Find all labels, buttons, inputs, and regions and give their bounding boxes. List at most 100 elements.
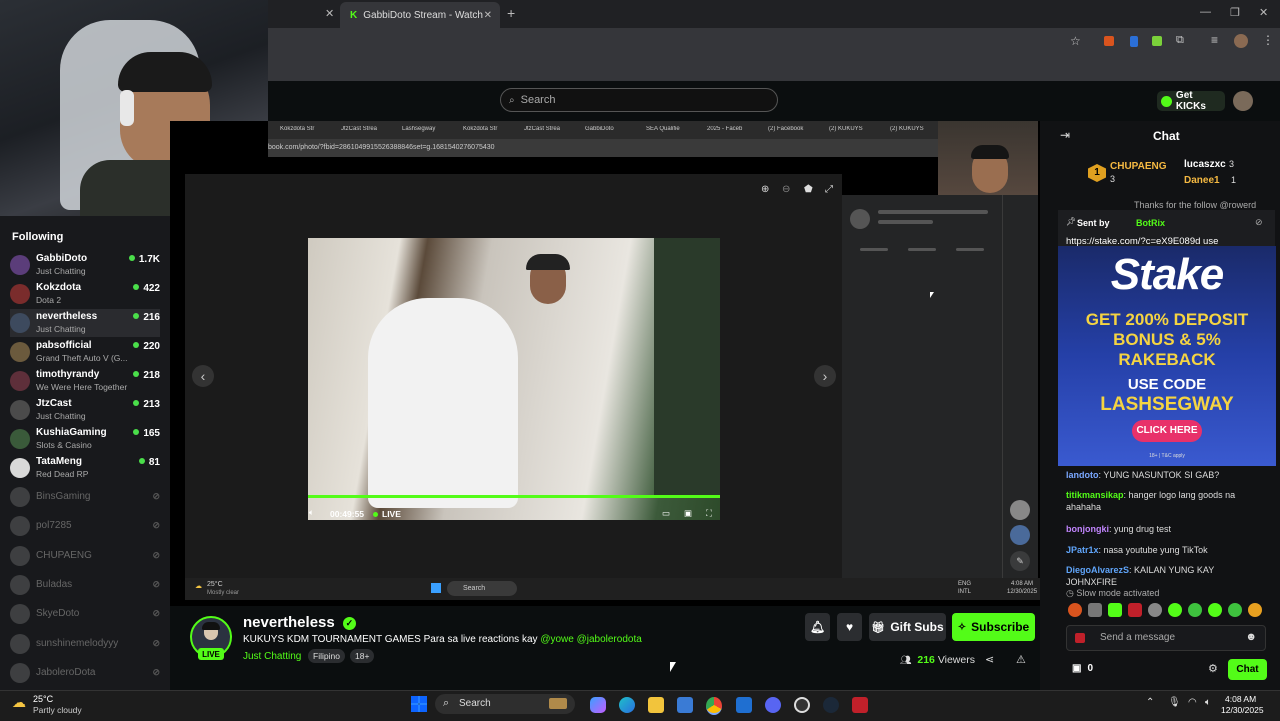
following-item[interactable]: pabsofficial Grand Theft Auto V (G... 220 bbox=[10, 338, 160, 366]
emote-icon[interactable] bbox=[1128, 603, 1142, 617]
chat-input[interactable]: Send a message ☻ bbox=[1066, 625, 1266, 651]
microphone-icon[interactable]: 🎙︎ bbox=[1168, 697, 1181, 708]
user-avatar[interactable] bbox=[1233, 91, 1253, 111]
following-item[interactable]: KushiaGaming Slots & Casino 165 bbox=[10, 425, 160, 453]
sent-by-label: Sent by bbox=[1077, 218, 1110, 228]
weather-icon[interactable]: ☁ bbox=[12, 694, 26, 711]
extension-icon[interactable] bbox=[1130, 36, 1138, 47]
chat-settings-icon[interactable]: ⚙ bbox=[1208, 662, 1218, 675]
leaderboard-name[interactable]: lucaszxc bbox=[1184, 159, 1226, 170]
restore-icon[interactable]: ❐ bbox=[1230, 6, 1240, 19]
ad-fine-print: 18+ | T&C apply bbox=[1149, 453, 1185, 459]
gift-subs-button[interactable]: 🎁︎ Gift Subs bbox=[869, 613, 946, 641]
following-item[interactable]: GabbiDoto Just Chatting 1.7K bbox=[10, 251, 160, 279]
unpin-icon[interactable]: ⊘ bbox=[1255, 217, 1263, 228]
chat-username[interactable]: JPatr1x bbox=[1066, 545, 1099, 555]
search-input[interactable]: ⌕ Search bbox=[500, 88, 778, 112]
minimize-icon[interactable]: — bbox=[1200, 6, 1211, 18]
emote-icon[interactable] bbox=[1148, 603, 1162, 617]
clock-time[interactable]: 4:08 AM bbox=[1225, 694, 1256, 704]
subscribe-button[interactable]: ✧ Subscribe bbox=[952, 613, 1035, 641]
notification-bell-button[interactable]: 🔔︎ bbox=[805, 613, 830, 641]
file-explorer-icon[interactable] bbox=[648, 697, 664, 713]
following-item[interactable]: timothyrandy We Were Here Together 218 bbox=[10, 367, 160, 395]
following-name: pabsofficial bbox=[36, 340, 92, 351]
following-item[interactable]: nevertheless Just Chatting 216 bbox=[10, 309, 160, 337]
emote-icon[interactable] bbox=[1088, 603, 1102, 617]
sent-by-user[interactable]: BotRix bbox=[1136, 218, 1165, 228]
profile-avatar[interactable] bbox=[1234, 34, 1248, 48]
discord-icon[interactable] bbox=[765, 697, 781, 713]
chat-username[interactable]: DiegoAlvarezS bbox=[1066, 565, 1129, 575]
store-icon[interactable] bbox=[677, 697, 693, 713]
close-tab-icon[interactable]: ✕ bbox=[325, 7, 334, 20]
windows-start-icon[interactable] bbox=[411, 696, 427, 712]
emote-icon[interactable] bbox=[1228, 603, 1242, 617]
emote-icon[interactable] bbox=[1168, 603, 1182, 617]
kebab-menu-icon[interactable]: ⋮ bbox=[1262, 33, 1274, 47]
collapse-chat-icon[interactable]: ⇥ bbox=[1060, 128, 1070, 142]
clock-date[interactable]: 12/30/2025 bbox=[1221, 705, 1264, 715]
following-item-offline[interactable]: BinsGaming ⊘ bbox=[10, 483, 160, 511]
emote-icon[interactable] bbox=[1248, 603, 1262, 617]
emote-icon[interactable] bbox=[1108, 603, 1122, 617]
inner-tab: JtzCast Strea bbox=[341, 126, 378, 132]
following-item-offline[interactable]: Buladas ⊘ bbox=[10, 571, 160, 599]
leaderboard-name[interactable]: CHUPAENG bbox=[1110, 161, 1166, 172]
following-item[interactable]: JtzCast Just Chatting 213 bbox=[10, 396, 160, 424]
menu-lines-icon[interactable]: ≡ bbox=[1211, 33, 1218, 47]
obs-icon[interactable] bbox=[794, 697, 810, 713]
mail-icon[interactable] bbox=[736, 697, 752, 713]
browser-tab[interactable]: K GabbiDoto Stream - Watch Live ✕ bbox=[340, 2, 500, 28]
chat-username[interactable]: bonjongki bbox=[1066, 524, 1109, 534]
tray-chevron-icon[interactable]: ⌃ bbox=[1146, 697, 1154, 708]
new-tab-button[interactable]: + bbox=[507, 5, 515, 21]
follow-heart-button[interactable]: ♥ bbox=[837, 613, 862, 641]
steam-icon[interactable] bbox=[823, 697, 839, 713]
chat-send-button[interactable]: Chat bbox=[1228, 659, 1267, 680]
emote-icon[interactable] bbox=[1188, 603, 1202, 617]
emoji-icon[interactable]: ☻ bbox=[1245, 631, 1257, 643]
inner-lang: ENG bbox=[958, 581, 972, 587]
following-name: nevertheless bbox=[36, 311, 98, 322]
emote-icon[interactable] bbox=[1068, 603, 1082, 617]
app-icon[interactable] bbox=[852, 697, 868, 713]
copilot-icon[interactable] bbox=[590, 697, 606, 713]
following-item-offline[interactable]: CHUPAENG ⊘ bbox=[10, 542, 160, 570]
close-tab-icon[interactable]: ✕ bbox=[484, 10, 492, 21]
chat-username[interactable]: titikmansikap bbox=[1066, 490, 1124, 500]
get-kicks-label: Get KICKs bbox=[1175, 90, 1206, 112]
following-item[interactable]: TataMeng Red Dead RP 81 bbox=[10, 454, 160, 482]
extension-icon[interactable] bbox=[1104, 36, 1114, 46]
puzzle-icon[interactable]: ⧉ bbox=[1176, 34, 1184, 47]
edge-icon[interactable] bbox=[619, 697, 635, 713]
following-item-offline[interactable]: JaboleroDota ⊘ bbox=[10, 659, 160, 687]
share-icon[interactable]: ⋖ bbox=[985, 653, 994, 666]
close-window-icon[interactable]: ✕ bbox=[1259, 6, 1268, 19]
ad-cta-button[interactable]: CLICK HERE bbox=[1132, 420, 1202, 442]
weather-temp[interactable]: 25°C bbox=[33, 694, 53, 704]
taskbar-search[interactable]: ⌕ Search bbox=[435, 694, 575, 714]
tag-18plus[interactable]: 18+ bbox=[350, 649, 375, 663]
category-link[interactable]: Just Chatting bbox=[243, 651, 301, 662]
speaker-icon[interactable]: 🔈︎ bbox=[1205, 697, 1211, 708]
extension-icon[interactable] bbox=[1152, 36, 1162, 46]
chat-username[interactable]: landoto bbox=[1066, 470, 1099, 480]
points-display[interactable]: ▣ 0 bbox=[1072, 663, 1093, 674]
following-item-offline[interactable]: sunshinemelodyyy ⊘ bbox=[10, 630, 160, 658]
tag-filipino[interactable]: Filipino bbox=[308, 649, 345, 663]
report-icon[interactable]: ⚠ bbox=[1016, 653, 1026, 666]
star-icon[interactable]: ☆ bbox=[1070, 34, 1081, 48]
stream-title-mentions[interactable]: @yowe @jabolerodota bbox=[540, 634, 641, 645]
following-item-offline[interactable]: SkyeDoto ⊘ bbox=[10, 600, 160, 628]
stake-ad[interactable]: Stake GET 200% DEPOSIT BONUS & 5% RAKEBA… bbox=[1058, 246, 1276, 466]
chrome-icon[interactable] bbox=[706, 697, 722, 715]
wifi-icon[interactable]: ◠ bbox=[1188, 697, 1197, 708]
emote-icon[interactable] bbox=[1208, 603, 1222, 617]
leaderboard-name[interactable]: Danee1 bbox=[1184, 175, 1220, 186]
following-item[interactable]: Kokzdota Dota 2 422 bbox=[10, 280, 160, 308]
channel-name[interactable]: nevertheless ✓ bbox=[243, 614, 356, 631]
following-item-offline[interactable]: pol7285 ⊘ bbox=[10, 512, 160, 540]
live-dot-icon bbox=[133, 371, 140, 377]
get-kicks-button[interactable]: Get KICKs bbox=[1157, 90, 1225, 112]
